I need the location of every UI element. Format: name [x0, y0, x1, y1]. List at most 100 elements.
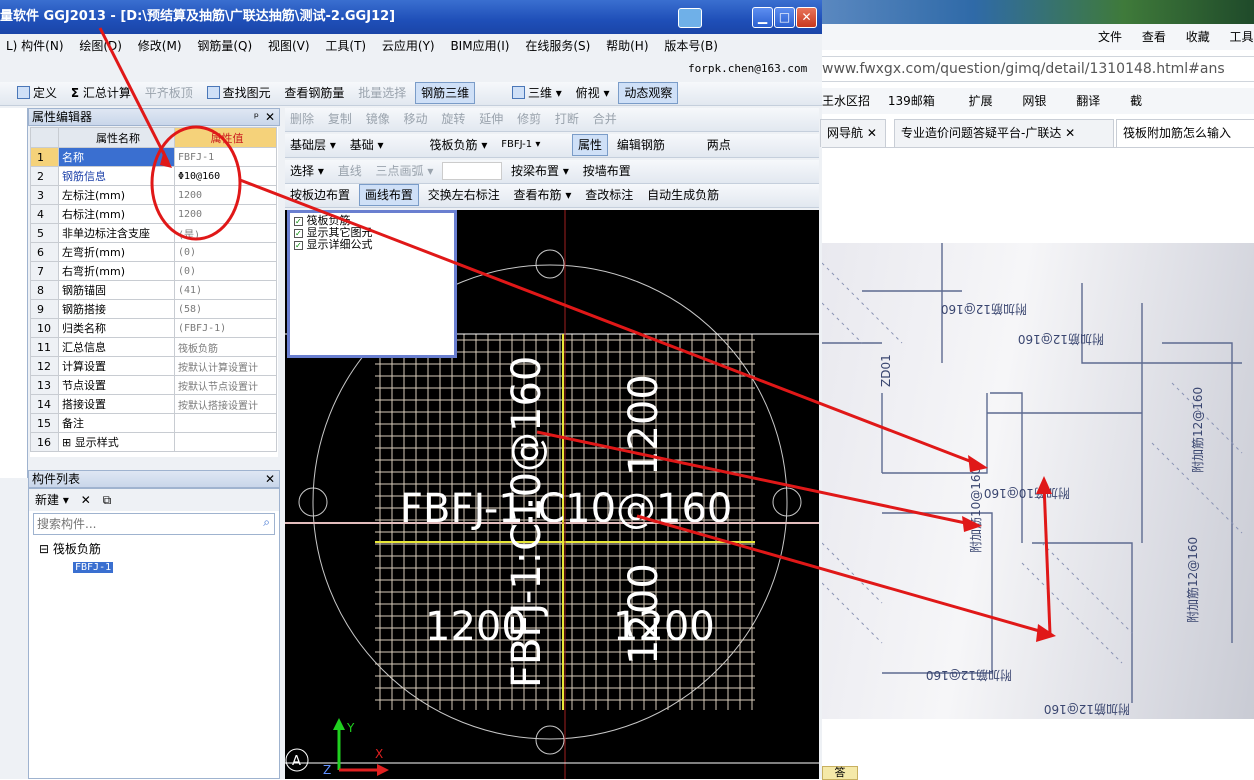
- table-row[interactable]: 9 钢筋搭接 (58): [30, 299, 277, 319]
- table-row[interactable]: 13 节点设置 按默认节点设置计: [30, 375, 277, 395]
- table-row[interactable]: 2 钢筋信息 Φ10@160: [30, 166, 277, 186]
- browser-tab[interactable]: 专业造价问题答疑平台-广联达 ✕: [894, 119, 1114, 147]
- edit-rebar-button[interactable]: 编辑钢筋: [612, 134, 670, 156]
- canvas-main-label: FBFJ-1:C10@160: [400, 486, 732, 532]
- table-row[interactable]: 11 汇总信息 筏板负筋: [30, 337, 277, 357]
- table-row[interactable]: 12 计算设置 按默认计算设置计: [30, 356, 277, 376]
- check-label-button[interactable]: 查改标注: [580, 184, 638, 206]
- bookmark-item[interactable]: 截: [1130, 94, 1142, 108]
- browser-tab-active[interactable]: 筏板附加筋怎么输入: [1116, 119, 1254, 147]
- three-d-dropdown[interactable]: 三维 ▾: [507, 82, 567, 104]
- minimize-button[interactable]: ▁: [752, 7, 773, 28]
- bookmark-item[interactable]: 网银: [1022, 94, 1046, 108]
- find-element-button[interactable]: 查找图元: [202, 82, 276, 104]
- table-row[interactable]: 1 名称 FBFJ-1: [30, 147, 277, 167]
- bookmark-item[interactable]: 翻译: [1076, 94, 1100, 108]
- close-button[interactable]: ✕: [796, 7, 817, 28]
- arc-combo[interactable]: [442, 162, 503, 180]
- maximize-button[interactable]: □: [774, 7, 795, 28]
- browser-tab[interactable]: 网导航 ✕: [820, 119, 886, 147]
- tree-group[interactable]: ⊟ 筏板负筋: [39, 541, 279, 558]
- two-points-button[interactable]: 两点: [702, 134, 736, 156]
- rotate-button[interactable]: 旋转: [436, 108, 470, 130]
- beam-place-button[interactable]: 按梁布置 ▾: [506, 160, 574, 182]
- rebar-3d-button[interactable]: 钢筋三维: [415, 82, 476, 104]
- close-icon[interactable]: ✕: [265, 471, 275, 487]
- batch-select-button[interactable]: 批量选择: [353, 82, 411, 104]
- copy-icon[interactable]: ⧉: [103, 493, 112, 507]
- menu-item[interactable]: 绘图(D): [79, 39, 122, 53]
- menu-item[interactable]: 在线服务(S): [525, 39, 590, 53]
- menu-item[interactable]: 查看: [1142, 30, 1166, 44]
- table-row[interactable]: 8 钢筋锚固 (41): [30, 280, 277, 300]
- table-row[interactable]: 4 右标注(mm) 1200: [30, 204, 277, 224]
- delete-icon[interactable]: ✕: [81, 493, 91, 507]
- delete-button[interactable]: 删除: [285, 108, 319, 130]
- search-icon[interactable]: ⌕: [263, 515, 270, 530]
- menu-item[interactable]: 云应用(Y): [382, 39, 435, 53]
- line-button[interactable]: 直线: [333, 160, 367, 182]
- arc-button[interactable]: 三点画弧 ▾: [371, 160, 439, 182]
- extend-button[interactable]: 延伸: [474, 108, 508, 130]
- expand-icon[interactable]: ⊞: [62, 436, 75, 449]
- dynamic-view-button[interactable]: 动态观察: [618, 82, 679, 104]
- top-view-dropdown[interactable]: 俯视 ▾: [571, 82, 615, 104]
- mirror-button[interactable]: 镜像: [361, 108, 395, 130]
- url-text[interactable]: www.fwxgx.com/question/gimq/detail/13101…: [822, 61, 1225, 77]
- menu-item[interactable]: 钢筋量(Q): [197, 39, 252, 53]
- table-row[interactable]: 16 ⊞ 显示样式: [30, 432, 277, 452]
- binoculars-icon: [206, 86, 220, 99]
- menu-item[interactable]: L) 构件(N): [6, 39, 64, 53]
- view-layout-button[interactable]: 查看布筋 ▾: [509, 184, 577, 206]
- flat-top-button[interactable]: 平齐板顶: [140, 82, 198, 104]
- bookmark-item[interactable]: 139邮箱: [888, 94, 935, 108]
- menu-item[interactable]: BIM应用(I): [450, 39, 509, 53]
- layer2-select[interactable]: 基础 ▾: [345, 134, 421, 156]
- auto-gen-button[interactable]: 自动生成负筋: [642, 184, 724, 206]
- answer-button[interactable]: 答: [822, 766, 858, 780]
- pin-icon[interactable]: ᵖ: [254, 109, 259, 125]
- break-button[interactable]: 打断: [550, 108, 584, 130]
- select-button[interactable]: 选择 ▾: [285, 160, 329, 182]
- copy-button[interactable]: 复制: [323, 108, 357, 130]
- menu-item[interactable]: 收藏: [1186, 30, 1210, 44]
- menu-item[interactable]: 帮助(H): [606, 39, 648, 53]
- table-row[interactable]: 14 搭接设置 按默认搭接设置计: [30, 394, 277, 414]
- wall-place-button[interactable]: 按墙布置: [578, 160, 636, 182]
- layer-select[interactable]: 基础层 ▾: [285, 134, 341, 156]
- menu-item[interactable]: 文件: [1098, 30, 1122, 44]
- sum-calc-button[interactable]: Σ 汇总计算: [66, 82, 136, 104]
- bookmark-item[interactable]: 扩展: [969, 94, 993, 108]
- check-formula[interactable]: ✓ 显示详细公式: [294, 239, 450, 251]
- close-icon[interactable]: ✕: [265, 109, 275, 125]
- photo-label: 附加筋12@160: [1044, 702, 1130, 717]
- search-input[interactable]: [34, 514, 244, 534]
- table-row[interactable]: 3 左标注(mm) 1200: [30, 185, 277, 205]
- menu-item[interactable]: 工具: [1230, 30, 1254, 44]
- trim-button[interactable]: 修剪: [512, 108, 546, 130]
- move-button[interactable]: 移动: [399, 108, 433, 130]
- address-bar[interactable]: www.fwxgx.com/question/gimq/detail/13101…: [822, 56, 1254, 82]
- help-assistant-icon[interactable]: [678, 8, 702, 28]
- menu-item[interactable]: 修改(M): [138, 39, 182, 53]
- new-button[interactable]: 新建 ▾: [35, 493, 69, 507]
- item-select[interactable]: FBFJ-1 ▾: [496, 134, 568, 156]
- menu-item[interactable]: 版本号(B): [664, 39, 718, 53]
- table-row[interactable]: 6 左弯折(mm) (0): [30, 242, 277, 262]
- edge-place-button[interactable]: 按板边布置: [285, 184, 355, 206]
- line-place-button[interactable]: 画线布置: [358, 184, 419, 206]
- table-row[interactable]: 7 右弯折(mm) (0): [30, 261, 277, 281]
- merge-button[interactable]: 合并: [588, 108, 622, 130]
- view-rebar-button[interactable]: 查看钢筋量: [279, 82, 349, 104]
- type-select[interactable]: 筏板负筋 ▾: [425, 134, 493, 156]
- tree-item[interactable]: FBFJ-1: [39, 558, 279, 576]
- swap-labels-button[interactable]: 交换左右标注: [423, 184, 505, 206]
- table-row[interactable]: 5 非单边标注含支座 (是): [30, 223, 277, 243]
- table-row[interactable]: 15 备注: [30, 413, 277, 433]
- define-button[interactable]: 定义: [12, 82, 62, 104]
- bookmark-item[interactable]: 王水区招: [822, 94, 870, 108]
- menu-item[interactable]: 视图(V): [268, 39, 310, 53]
- menu-item[interactable]: 工具(T): [325, 39, 366, 53]
- table-row[interactable]: 10 归类名称 (FBFJ-1): [30, 318, 277, 338]
- props-button[interactable]: 属性: [572, 134, 609, 156]
